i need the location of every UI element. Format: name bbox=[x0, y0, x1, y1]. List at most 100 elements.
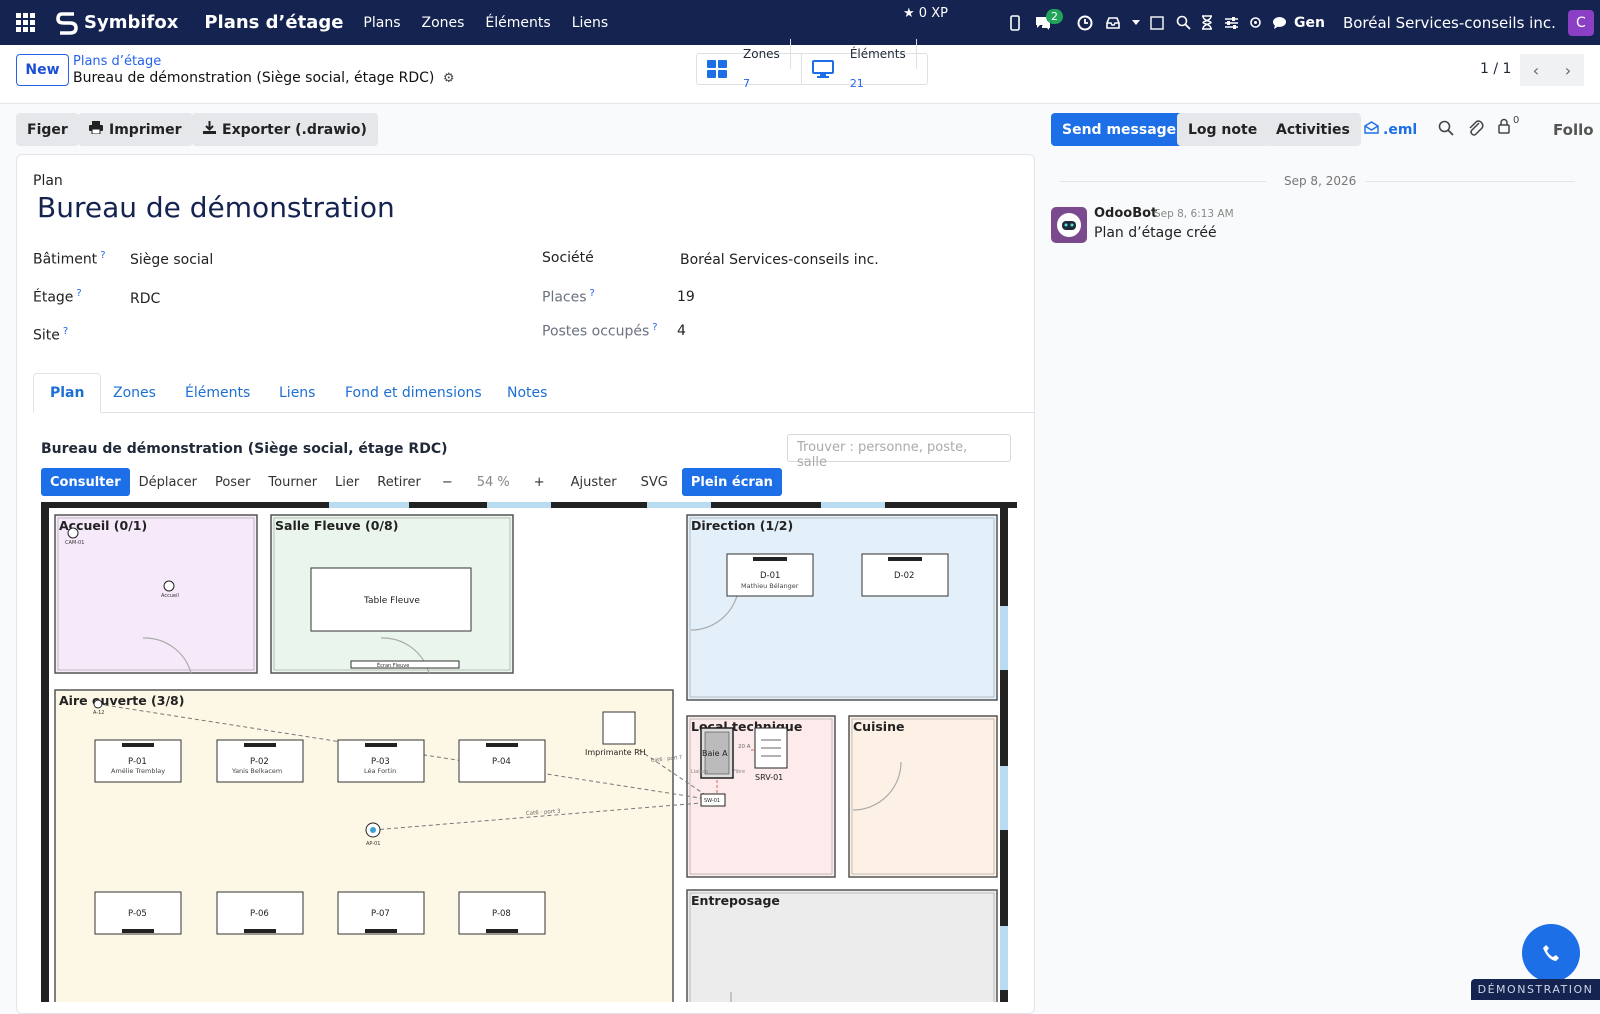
batiment-value[interactable]: Siège social bbox=[130, 252, 213, 268]
systray: 2 Gen Boréal Services-conseils inc. C bbox=[1006, 0, 1594, 45]
apps-grid-icon[interactable] bbox=[16, 13, 42, 32]
caret-down-icon[interactable] bbox=[1132, 14, 1140, 32]
mobile-icon[interactable] bbox=[1006, 14, 1024, 32]
send-message-button[interactable]: Send message bbox=[1051, 113, 1188, 146]
speech-bubble-icon[interactable] bbox=[1270, 14, 1288, 32]
form-sheet: Plan Bureau de démonstration Bâtiment? S… bbox=[16, 154, 1035, 1014]
etage-value[interactable]: RDC bbox=[130, 291, 160, 307]
activities-button[interactable]: Activities bbox=[1265, 113, 1361, 146]
tab-zones[interactable]: Zones bbox=[97, 373, 172, 413]
company-switcher[interactable]: Boréal Services-conseils inc. bbox=[1343, 14, 1556, 32]
nav-menu-liens[interactable]: Liens bbox=[572, 15, 608, 31]
followers-button[interactable]: 0 bbox=[1497, 115, 1519, 134]
floor-plan-svg[interactable]: Accueil (0/1) Salle Fleuve (0/8) Directi… bbox=[41, 502, 1017, 1002]
printer-icon bbox=[89, 121, 103, 138]
camera-icon[interactable] bbox=[67, 527, 79, 539]
help-icon[interactable]: ? bbox=[76, 288, 81, 299]
call-button[interactable] bbox=[1522, 924, 1580, 982]
zone-salle-label: Salle Fleuve (0/8) bbox=[275, 518, 398, 533]
desk-p02-label: P-02 bbox=[250, 757, 269, 767]
tab-notes[interactable]: Notes bbox=[491, 373, 563, 413]
server-srv01[interactable] bbox=[754, 727, 788, 769]
brand-logo[interactable]: Symbifox bbox=[56, 11, 178, 35]
societe-value[interactable]: Boréal Services-conseils inc. bbox=[680, 252, 879, 268]
fit-button[interactable]: Ajuster bbox=[557, 468, 631, 496]
zone-cuisine[interactable] bbox=[848, 715, 998, 878]
message-author[interactable]: OdooBot bbox=[1094, 206, 1157, 221]
access-point-a12-icon[interactable] bbox=[93, 699, 103, 709]
smart-button-elements[interactable]: Éléments 21 bbox=[802, 39, 927, 90]
desk-d01-label: D-01 bbox=[760, 571, 780, 581]
eml-button[interactable]: .eml bbox=[1353, 113, 1428, 146]
nav-menu-plans[interactable]: Plans bbox=[363, 15, 400, 31]
places-label: Places? bbox=[542, 288, 595, 306]
mode-deplacer-button[interactable]: Déplacer bbox=[130, 468, 206, 496]
svg-export-button[interactable]: SVG bbox=[631, 468, 678, 496]
zone-aire-ouverte[interactable] bbox=[54, 689, 674, 1002]
new-button[interactable]: New bbox=[16, 54, 69, 86]
app-title[interactable]: Plans d’étage bbox=[204, 12, 343, 33]
pager-prev-button[interactable]: ‹ bbox=[1520, 54, 1552, 86]
plan-search-input[interactable]: Trouver : personne, poste, salle bbox=[787, 434, 1011, 470]
gear-icon[interactable]: ⚙ bbox=[443, 71, 455, 86]
desk-p03-person: Léa Fortin bbox=[364, 767, 396, 775]
clock-icon[interactable] bbox=[1076, 14, 1094, 32]
follow-button[interactable]: Follo bbox=[1553, 121, 1600, 139]
breadcrumb-parent[interactable]: Plans d’étage bbox=[73, 54, 161, 69]
mode-consulter-button[interactable]: Consulter bbox=[41, 468, 130, 496]
zone-accueil[interactable] bbox=[54, 514, 258, 674]
desk-d02-label: D-02 bbox=[894, 571, 914, 581]
fullscreen-button[interactable]: Plein écran bbox=[681, 468, 782, 496]
plan-name[interactable]: Bureau de démonstration bbox=[37, 191, 395, 224]
floor-plan-canvas[interactable]: Accueil (0/1) Salle Fleuve (0/8) Directi… bbox=[41, 502, 1017, 1002]
help-icon[interactable]: ? bbox=[63, 326, 68, 337]
tab-elements[interactable]: Éléments bbox=[169, 373, 266, 413]
help-icon[interactable]: ? bbox=[590, 288, 595, 299]
odoobot-avatar[interactable] bbox=[1051, 207, 1087, 243]
paperclip-icon[interactable] bbox=[1468, 119, 1484, 141]
zoom-out-button[interactable]: − bbox=[430, 468, 465, 496]
chat-icon[interactable]: 2 bbox=[1034, 8, 1063, 32]
figer-button[interactable]: Figer bbox=[16, 113, 79, 146]
zone-cuisine-label: Cuisine bbox=[853, 719, 904, 734]
printer-rh[interactable] bbox=[602, 711, 636, 745]
nav-menu: Plans Zones Éléments Liens bbox=[363, 15, 629, 31]
desk-p02-person: Yanis Belkacem bbox=[231, 767, 282, 775]
user-avatar[interactable]: C bbox=[1567, 9, 1594, 36]
mode-poser-button[interactable]: Poser bbox=[206, 468, 259, 496]
mode-lier-button[interactable]: Lier bbox=[326, 468, 368, 496]
pager-next-button[interactable]: › bbox=[1552, 54, 1584, 86]
hourglass-icon[interactable] bbox=[1198, 14, 1216, 32]
sliders-icon[interactable] bbox=[1222, 14, 1240, 32]
tab-fond[interactable]: Fond et dimensions bbox=[329, 373, 498, 413]
imprimer-button[interactable]: Imprimer bbox=[78, 113, 193, 146]
tab-liens[interactable]: Liens bbox=[263, 373, 331, 413]
tab-plan[interactable]: Plan bbox=[33, 373, 102, 413]
mode-tourner-button[interactable]: Tourner bbox=[259, 468, 326, 496]
pager-value[interactable]: 1 / 1 bbox=[1480, 61, 1511, 77]
nav-menu-zones[interactable]: Zones bbox=[421, 15, 464, 31]
exporter-button[interactable]: Exporter (.drawio) bbox=[192, 113, 378, 146]
mode-retirer-button[interactable]: Retirer bbox=[368, 468, 430, 496]
zone-direction[interactable] bbox=[686, 514, 998, 701]
settings-gear-icon[interactable] bbox=[1246, 14, 1264, 32]
desk-p01-person: Amélie Tremblay bbox=[111, 767, 165, 775]
zoom-in-button[interactable]: + bbox=[522, 468, 557, 496]
note-icon[interactable] bbox=[1148, 14, 1166, 32]
accueil-point-icon[interactable] bbox=[163, 580, 175, 592]
site-value[interactable] bbox=[130, 326, 510, 346]
smart-button-zones[interactable]: Zones 7 bbox=[697, 39, 802, 90]
nav-menu-elements[interactable]: Éléments bbox=[485, 15, 550, 31]
chatter-search-icon[interactable] bbox=[1438, 120, 1454, 140]
xp-counter[interactable]: ★ 0 XP bbox=[903, 6, 948, 21]
help-icon[interactable]: ? bbox=[100, 250, 105, 261]
search-icon[interactable] bbox=[1174, 14, 1192, 32]
batiment-label: Bâtiment? bbox=[33, 250, 106, 268]
batiment-label-text: Bâtiment bbox=[33, 251, 98, 268]
help-icon[interactable]: ? bbox=[652, 322, 657, 333]
gen-button[interactable]: Gen bbox=[1294, 15, 1325, 31]
log-note-button[interactable]: Log note bbox=[1177, 113, 1269, 146]
inbox-icon[interactable] bbox=[1104, 14, 1122, 32]
desk-p04-label: P-04 bbox=[492, 757, 511, 767]
liaison-label: Liaison bbox=[691, 769, 708, 775]
